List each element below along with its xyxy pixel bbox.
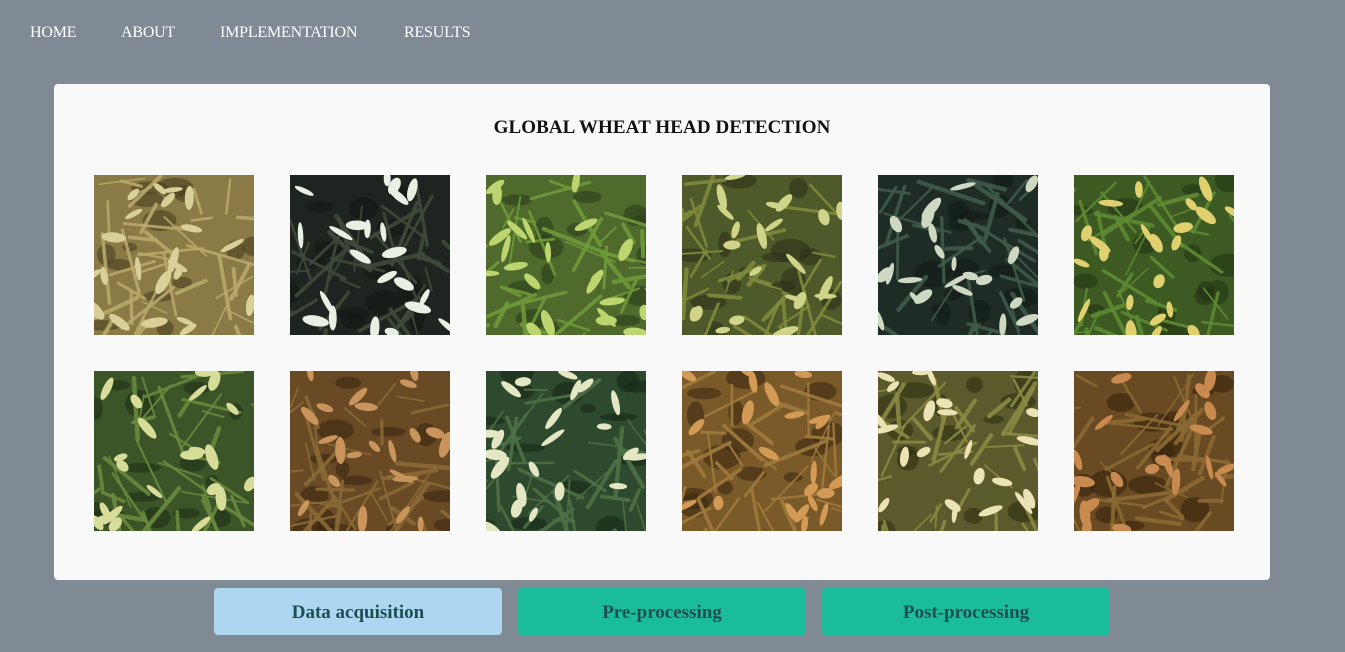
wheat-image-10 bbox=[682, 371, 842, 531]
wheat-image-8 bbox=[290, 371, 450, 531]
nav-implementation-link[interactable]: IMPLEMENTATION bbox=[220, 24, 357, 42]
wheat-image-6 bbox=[1074, 175, 1234, 335]
wheat-image-4 bbox=[682, 175, 842, 335]
page-title: GLOBAL WHEAT HEAD DETECTION bbox=[493, 117, 831, 138]
wheat-image-12 bbox=[1074, 371, 1234, 531]
nav-home-link[interactable]: HOME bbox=[30, 24, 77, 42]
wheat-image-3 bbox=[486, 175, 646, 335]
wheat-image-2 bbox=[290, 175, 450, 335]
wheat-image-9 bbox=[486, 371, 646, 531]
post-processing-button[interactable]: Post-processing bbox=[822, 588, 1110, 635]
wheat-image-11 bbox=[878, 371, 1038, 531]
wheat-image-1 bbox=[94, 175, 254, 335]
nav-results-link[interactable]: RESULTS bbox=[404, 24, 471, 42]
wheat-image-7 bbox=[94, 371, 254, 531]
data-acquisition-button[interactable]: Data acquisition bbox=[214, 588, 502, 635]
wheat-image-5 bbox=[878, 175, 1038, 335]
gallery-card: GLOBAL WHEAT HEAD DETECTION bbox=[54, 84, 1270, 580]
nav-about-link[interactable]: ABOUT bbox=[121, 24, 175, 42]
pre-processing-button[interactable]: Pre-processing bbox=[518, 588, 806, 635]
